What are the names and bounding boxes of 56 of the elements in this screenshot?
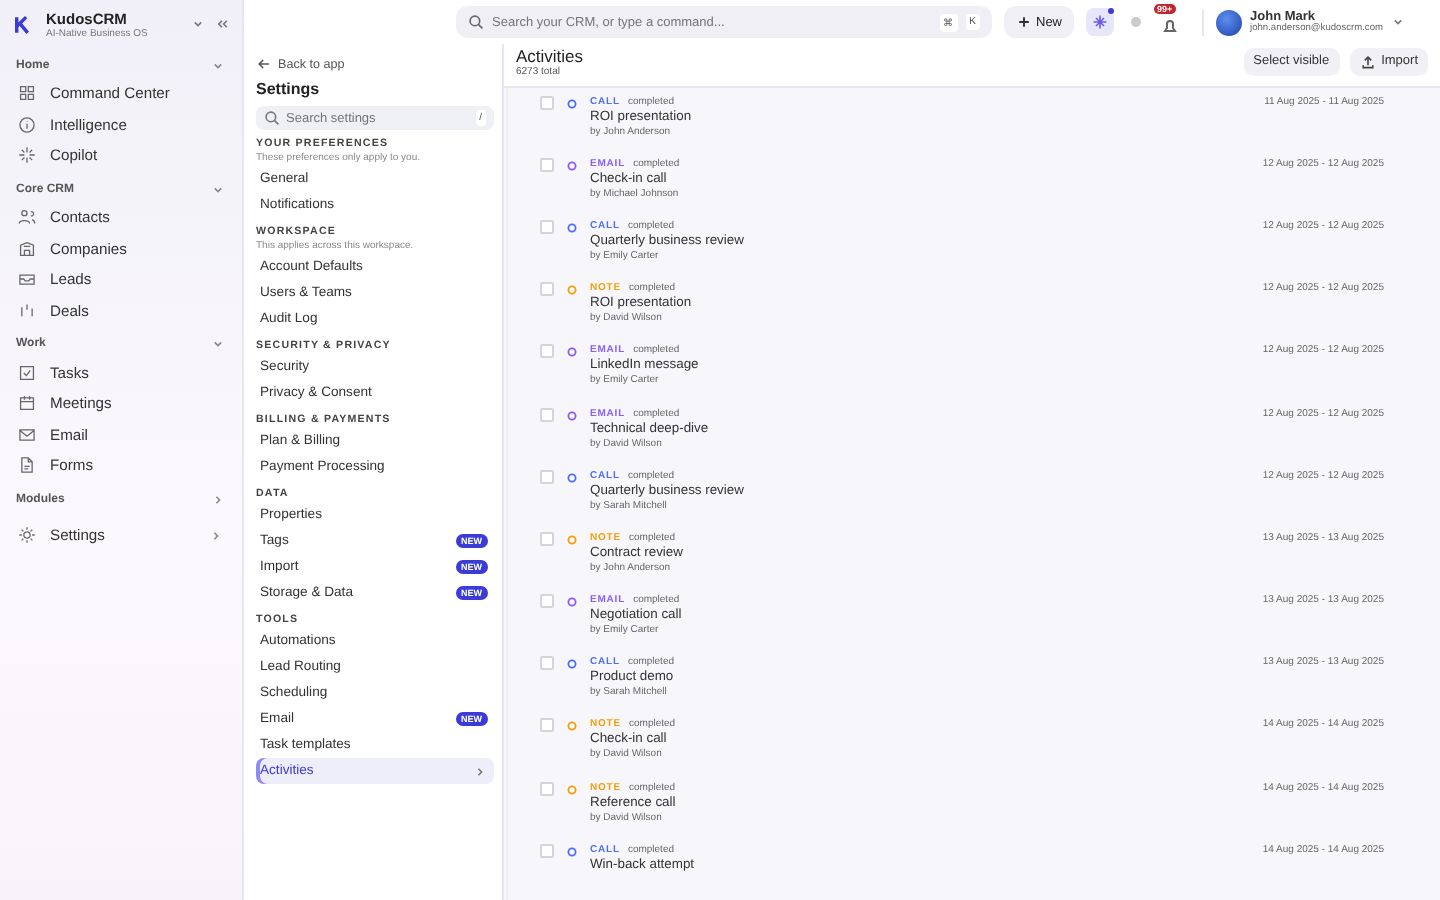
sparkle-icon xyxy=(18,145,36,164)
status-circle-icon xyxy=(566,159,578,172)
upload-icon xyxy=(1359,53,1376,70)
document-icon xyxy=(18,456,36,475)
building-icon xyxy=(18,239,36,258)
calendar-icon xyxy=(18,394,36,413)
row-checkbox[interactable] xyxy=(540,407,554,421)
status-circle-icon xyxy=(566,845,578,858)
row-checkbox[interactable] xyxy=(540,531,554,546)
row-checkbox[interactable] xyxy=(540,594,554,609)
info-icon xyxy=(18,115,36,134)
chevron-right-icon xyxy=(208,527,224,544)
chevron-right-icon xyxy=(472,763,488,779)
inbox-icon xyxy=(18,270,36,289)
status-circle-icon xyxy=(566,471,578,484)
row-checkbox[interactable] xyxy=(540,95,554,110)
status-circle-icon xyxy=(566,97,578,110)
row-checkbox[interactable] xyxy=(540,157,554,172)
arrow-left-icon xyxy=(256,56,272,72)
chevron-down-icon[interactable] xyxy=(190,16,206,32)
settings-icon xyxy=(18,526,36,545)
plus-icon xyxy=(1016,14,1032,30)
row-checkbox[interactable] xyxy=(540,282,554,297)
grid-icon xyxy=(18,84,36,103)
status-circle-icon xyxy=(566,346,578,359)
status-circle-icon xyxy=(566,783,578,796)
settings-title: Settings xyxy=(256,80,322,98)
bell-icon xyxy=(1160,16,1181,36)
page-title: Activities xyxy=(516,45,584,66)
checkbox-icon xyxy=(18,363,36,382)
collapse-icon[interactable] xyxy=(214,16,230,32)
row-checkbox[interactable] xyxy=(540,843,554,858)
search-icon xyxy=(264,110,280,126)
row-checkbox[interactable] xyxy=(540,656,554,671)
status-circle-icon xyxy=(566,533,578,546)
row-checkbox[interactable] xyxy=(540,219,554,234)
ai-button[interactable] xyxy=(1086,8,1115,36)
row-checkbox[interactable] xyxy=(540,344,554,359)
avatar[interactable] xyxy=(1216,9,1243,35)
status-circle-icon xyxy=(566,658,578,671)
chevron-right-icon[interactable] xyxy=(210,491,226,508)
status-circle-icon xyxy=(566,409,578,421)
logo-icon xyxy=(12,13,34,35)
status-circle-icon xyxy=(566,596,578,609)
row-checkbox[interactable] xyxy=(540,781,554,796)
people-icon xyxy=(18,208,36,227)
mail-icon xyxy=(18,425,36,444)
search-icon xyxy=(468,14,484,30)
row-checkbox[interactable] xyxy=(540,718,554,733)
chevron-down-icon[interactable] xyxy=(1390,14,1407,30)
row-checkbox[interactable] xyxy=(540,469,554,484)
sparkle-icon xyxy=(1092,14,1109,30)
status-circle-icon xyxy=(566,284,578,297)
status-circle-icon xyxy=(566,221,578,234)
bars-icon xyxy=(18,301,36,320)
status-circle-icon xyxy=(566,720,578,733)
